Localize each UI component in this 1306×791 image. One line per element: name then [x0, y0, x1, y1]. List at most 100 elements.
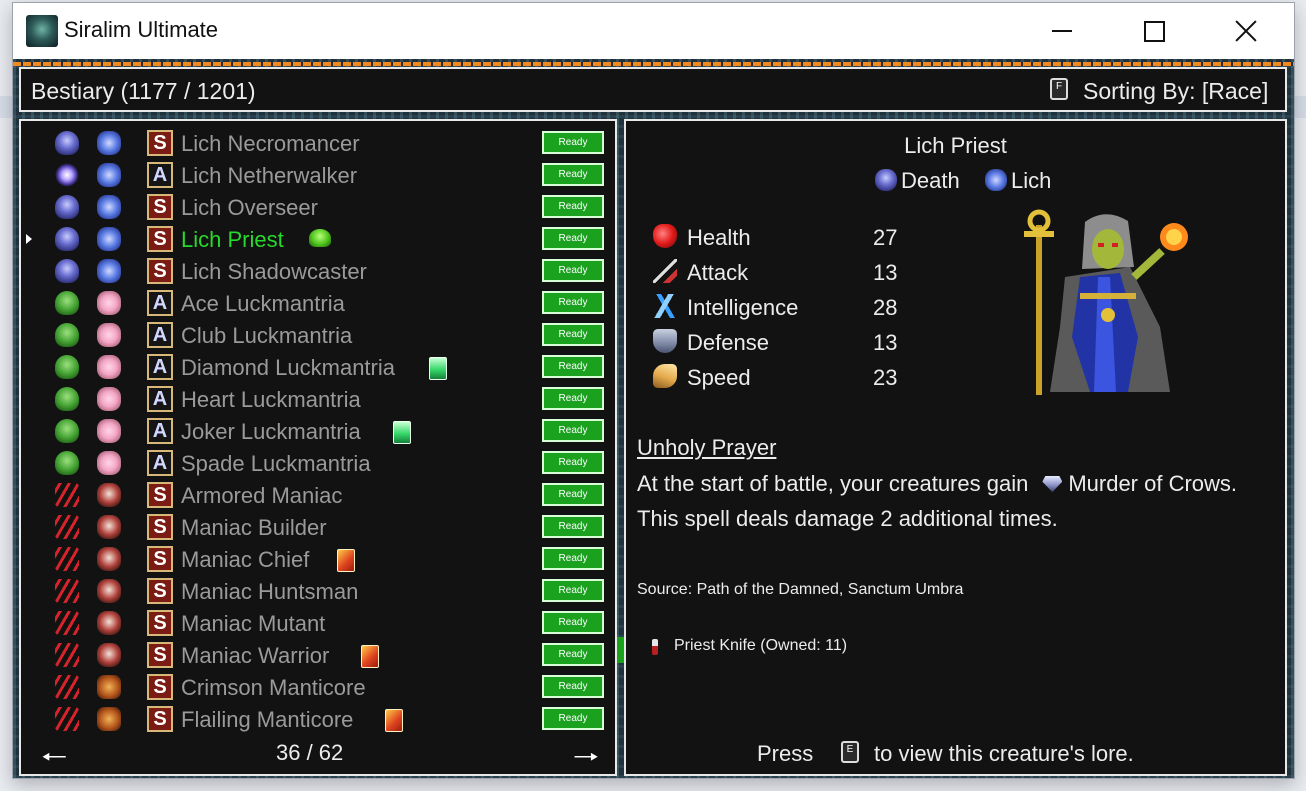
prev-page-arrow-icon[interactable]: 🠐 — [41, 735, 67, 786]
creature-name: Maniac Builder — [181, 515, 327, 540]
rarity-letter: A — [147, 354, 173, 380]
rarity-letter: A — [147, 162, 173, 188]
lore-hint-press: Press — [757, 741, 814, 766]
life-class-icon — [55, 387, 79, 411]
page-indicator: 36 / 62 — [276, 740, 344, 765]
maniac-race-icon — [97, 611, 121, 635]
creature-detail: Lich Priest Death Lich Health 27 Attack … — [624, 119, 1287, 776]
wing-icon — [653, 364, 677, 388]
maniac-race-icon — [97, 579, 121, 603]
stat-label: Intelligence — [687, 295, 799, 320]
rarity-letter: S — [147, 482, 173, 508]
creature-class: Death — [901, 168, 960, 193]
creature-row[interactable]: A Diamond Luckmantria Ready — [21, 351, 615, 383]
ready-status-badge: Ready — [542, 707, 604, 730]
creature-item: Priest Knife (Owned: 11) — [674, 637, 848, 654]
stat-label: Defense — [687, 330, 769, 355]
creature-name: Maniac Warrior — [181, 643, 330, 668]
creature-row[interactable]: S Maniac Mutant Ready — [21, 607, 615, 639]
sword-icon — [653, 259, 677, 283]
creature-row[interactable]: S Lich Priest Ready — [21, 223, 615, 255]
title-bar[interactable]: Siralim Ultimate — [13, 3, 1294, 59]
maximize-button[interactable] — [1108, 3, 1200, 59]
ability-name: Unholy Prayer — [637, 435, 777, 460]
creature-name: Lich Overseer — [181, 195, 318, 220]
bestiary-title: Bestiary (1177 / 1201) — [31, 78, 256, 104]
death-class-icon — [55, 227, 79, 251]
rarity-letter: S — [147, 514, 173, 540]
ready-status-badge: Ready — [542, 355, 604, 378]
rarity-letter: A — [147, 290, 173, 316]
rarity-letter: A — [147, 418, 173, 444]
game-window: Siralim Ultimate Bestiary (1177 / 1201) … — [12, 2, 1295, 779]
next-page-arrow-icon[interactable]: 🠒 — [573, 735, 599, 786]
creature-name: Diamond Luckmantria — [181, 355, 395, 380]
creature-row[interactable]: S Lich Overseer Ready — [21, 191, 615, 223]
arcane-class-icon — [55, 163, 79, 187]
sort-label[interactable]: Sorting By: [Race] — [1083, 78, 1268, 105]
rarity-letter: S — [147, 546, 173, 572]
creature-row[interactable]: S Maniac Builder Ready — [21, 511, 615, 543]
close-button[interactable] — [1200, 3, 1292, 59]
decorative-border — [13, 62, 1294, 66]
lore-hint-text: to view this creature's lore. — [874, 741, 1134, 766]
creature-row[interactable]: S Maniac Chief Ready — [21, 543, 615, 575]
creature-row[interactable]: S Armored Maniac Ready — [21, 479, 615, 511]
ready-status-badge: Ready — [542, 547, 604, 570]
stat-value: 27 — [873, 225, 898, 250]
creature-row[interactable]: S Maniac Huntsman Ready — [21, 575, 615, 607]
ready-status-badge: Ready — [542, 131, 604, 154]
rarity-letter: A — [147, 322, 173, 348]
mantria-race-icon — [97, 291, 121, 315]
e-key-icon: E — [841, 741, 859, 763]
creature-row[interactable]: A Spade Luckmantria Ready — [21, 447, 615, 479]
list-scroll-indicator[interactable] — [617, 637, 624, 663]
chaos-class-icon — [55, 643, 79, 667]
gem-badge-icon — [393, 421, 411, 444]
mantria-race-icon — [97, 355, 121, 379]
minimize-button[interactable] — [1016, 3, 1108, 59]
rarity-letter: S — [147, 194, 173, 220]
maniac-race-icon — [97, 483, 121, 507]
ability-desc-text: At the start of battle, your creatures g… — [637, 471, 1029, 496]
creature-name: Maniac Chief — [181, 547, 310, 572]
creature-row[interactable]: A Ace Luckmantria Ready — [21, 287, 615, 319]
lich-race-icon — [97, 227, 121, 251]
rarity-letter: S — [147, 674, 173, 700]
creature-row[interactable]: S Crimson Manticore Ready — [21, 671, 615, 703]
lich-race-icon — [97, 195, 121, 219]
life-class-icon — [55, 451, 79, 475]
creature-name: Ace Luckmantria — [181, 291, 345, 316]
pagination: 🠐 36 / 62 🠒 — [41, 735, 601, 774]
lich-race-icon — [985, 169, 1007, 191]
creature-name: Maniac Mutant — [181, 611, 326, 636]
creature-list: S Lich Necromancer Ready A Lich Netherwalker… — [19, 119, 617, 776]
creature-name: Lich Priest — [181, 227, 284, 252]
ready-status-badge: Ready — [542, 323, 604, 346]
chaos-class-icon — [55, 483, 79, 507]
creature-name: Heart Luckmantria — [181, 387, 361, 412]
creature-name: Club Luckmantria — [181, 323, 353, 348]
death-class-icon — [875, 169, 897, 191]
ability-description: At the start of battle, your creatures g… — [637, 466, 1252, 536]
f-key-icon: F — [1050, 78, 1068, 100]
ready-status-badge: Ready — [542, 451, 604, 474]
creature-row[interactable]: A Lich Netherwalker Ready — [21, 159, 615, 191]
creature-row[interactable]: A Heart Luckmantria Ready — [21, 383, 615, 415]
creature-row[interactable]: S Maniac Warrior Ready — [21, 639, 615, 671]
rarity-letter: S — [147, 610, 173, 636]
window-title: Siralim Ultimate — [64, 17, 219, 42]
maniac-race-icon — [97, 643, 121, 667]
chaos-class-icon — [55, 579, 79, 603]
creature-name: Lich Necromancer — [181, 131, 360, 156]
creature-row[interactable]: S Lich Shadowcaster Ready — [21, 255, 615, 287]
creature-row[interactable]: S Flailing Manticore Ready — [21, 703, 615, 735]
creature-row[interactable]: S Lich Necromancer Ready — [21, 127, 615, 159]
stat-label: Attack — [687, 260, 749, 285]
creature-row[interactable]: A Club Luckmantria Ready — [21, 319, 615, 351]
chaos-class-icon — [55, 707, 79, 731]
creature-row[interactable]: A Joker Luckmantria Ready — [21, 415, 615, 447]
desktop-background — [0, 96, 12, 118]
bestiary-header: Bestiary (1177 / 1201) F Sorting By: [Ra… — [19, 67, 1287, 112]
card-badge-icon — [337, 549, 355, 572]
